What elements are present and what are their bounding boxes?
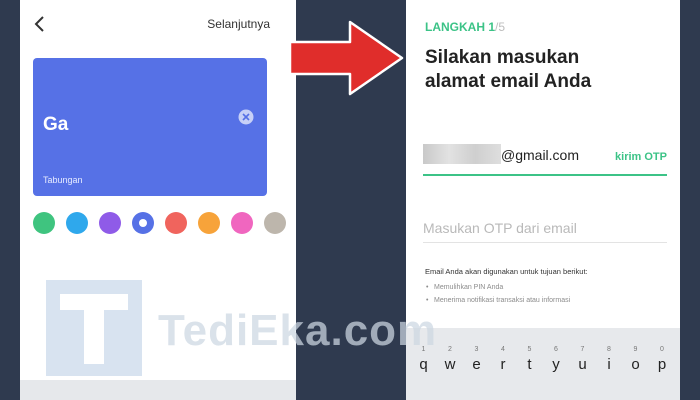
card-name-input[interactable]: Ga bbox=[43, 114, 68, 136]
key-letter: r bbox=[500, 356, 506, 373]
key-letter: o bbox=[631, 356, 640, 373]
color-swatch[interactable] bbox=[231, 212, 253, 234]
email-field[interactable]: @gmail.com kirim OTP bbox=[423, 142, 667, 176]
key-letter: u bbox=[578, 356, 587, 373]
key-letter: w bbox=[444, 356, 456, 373]
email-value: @gmail.com bbox=[501, 147, 580, 163]
watermark: TediEka.com bbox=[46, 280, 436, 380]
key-number-hint: 5 bbox=[527, 346, 532, 353]
key-o[interactable]: 9o bbox=[623, 344, 648, 384]
color-swatch[interactable] bbox=[165, 212, 187, 234]
key-number-hint: 4 bbox=[501, 346, 505, 353]
key-number-hint: 6 bbox=[554, 346, 558, 353]
key-r[interactable]: 4r bbox=[491, 344, 516, 384]
title-line-1: Silakan masukan bbox=[425, 47, 580, 68]
key-t[interactable]: 5t bbox=[517, 344, 542, 384]
on-screen-keyboard: 1q2w3e4r5t6y7u8i9o0p bbox=[406, 328, 680, 400]
send-otp-button[interactable]: kirim OTP bbox=[615, 151, 667, 163]
step-current: LANGKAH 1 bbox=[425, 20, 496, 34]
color-swatch[interactable] bbox=[264, 212, 286, 234]
clear-name-button[interactable] bbox=[238, 109, 254, 125]
notice-heading: Email Anda akan digunakan untuk tujuan b… bbox=[425, 267, 588, 276]
color-picker bbox=[33, 212, 287, 236]
key-number-hint: 0 bbox=[660, 346, 664, 353]
key-i[interactable]: 8i bbox=[597, 344, 622, 384]
key-letter: i bbox=[607, 356, 611, 373]
title-line-2: alamat email Anda bbox=[425, 71, 592, 92]
key-number-hint: 3 bbox=[474, 346, 479, 353]
notice-list: Memulihkan PIN Anda Menerima notifikasi … bbox=[425, 281, 669, 307]
color-swatch[interactable] bbox=[198, 212, 220, 234]
key-w[interactable]: 2w bbox=[438, 344, 463, 384]
list-item: Memulihkan PIN Anda bbox=[425, 281, 669, 294]
clear-icon bbox=[238, 109, 254, 125]
chevron-left-icon bbox=[34, 16, 44, 32]
email-underline bbox=[423, 174, 667, 176]
color-swatch[interactable] bbox=[132, 212, 154, 234]
key-letter: y bbox=[552, 356, 560, 373]
key-y[interactable]: 6y bbox=[544, 344, 569, 384]
account-card-preview: Ga Tabungan bbox=[33, 58, 267, 196]
key-letter: e bbox=[472, 356, 481, 373]
key-number-hint: 2 bbox=[448, 346, 452, 353]
step-total: /5 bbox=[495, 20, 506, 34]
keyboard-edge bbox=[20, 380, 296, 400]
watermark-text: TediEka.com bbox=[158, 306, 438, 355]
otp-input[interactable] bbox=[423, 214, 667, 243]
key-number-hint: 8 bbox=[607, 346, 611, 353]
watermark-logo bbox=[46, 280, 142, 376]
color-swatch[interactable] bbox=[33, 212, 55, 234]
key-u[interactable]: 7u bbox=[570, 344, 595, 384]
step-indicator: LANGKAH 1/5 bbox=[425, 20, 505, 34]
page-title: Silakan masukan alamat email Anda bbox=[425, 46, 665, 94]
key-p[interactable]: 0p bbox=[650, 344, 675, 384]
back-button[interactable] bbox=[30, 12, 50, 38]
key-e[interactable]: 3e bbox=[464, 344, 489, 384]
list-item: Menerima notifikasi transaksi atau infor… bbox=[425, 294, 669, 307]
blurred-email-username bbox=[423, 144, 501, 164]
key-number-hint: 7 bbox=[580, 346, 585, 353]
card-type-label: Tabungan bbox=[43, 175, 83, 185]
key-letter: t bbox=[527, 356, 532, 373]
color-swatch[interactable] bbox=[99, 212, 121, 234]
color-swatch[interactable] bbox=[66, 212, 88, 234]
email-usage-notice: Email Anda akan digunakan untuk tujuan b… bbox=[425, 267, 669, 307]
next-button[interactable]: Selanjutnya bbox=[207, 17, 270, 31]
key-number-hint: 9 bbox=[633, 346, 638, 353]
red-arrow-icon bbox=[288, 20, 404, 96]
right-phone-screen: LANGKAH 1/5 Silakan masukan alamat email… bbox=[406, 0, 680, 400]
key-letter: p bbox=[657, 356, 667, 373]
